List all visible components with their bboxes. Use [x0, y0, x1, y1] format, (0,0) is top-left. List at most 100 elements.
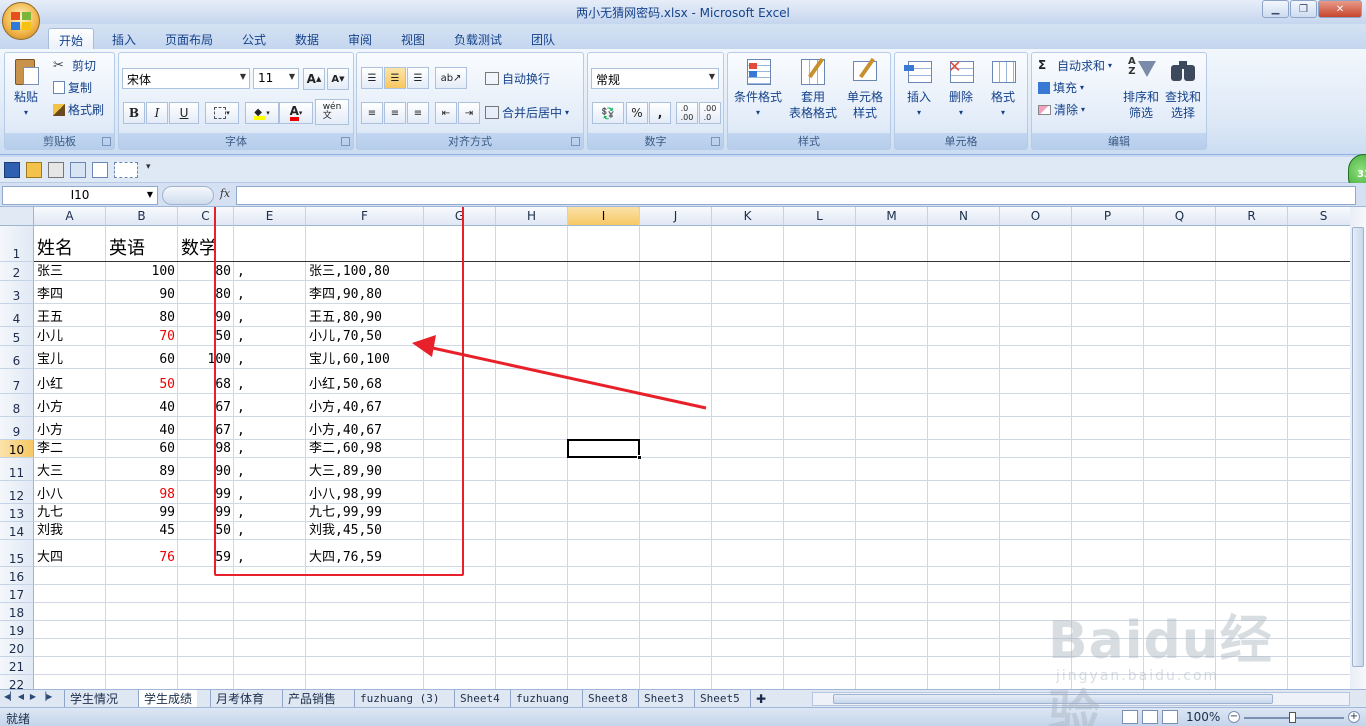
- horizontal-scrollbar[interactable]: [812, 692, 1350, 706]
- zoom-slider-thumb[interactable]: [1289, 712, 1296, 723]
- row-header-18[interactable]: 18: [0, 603, 34, 621]
- decrease-font-button[interactable]: A ▼: [327, 68, 349, 90]
- font-dialog-launcher-icon[interactable]: [341, 137, 350, 146]
- row-header-10[interactable]: 10: [0, 440, 34, 458]
- tab-view[interactable]: 视图: [391, 28, 435, 49]
- align-left-button[interactable]: ≡: [361, 102, 383, 124]
- sheet-tab[interactable]: fuzhuang: [510, 690, 574, 708]
- row-header-16[interactable]: 16: [0, 567, 34, 585]
- row-header-7[interactable]: 7: [0, 369, 34, 394]
- column-header-j[interactable]: J: [640, 207, 712, 226]
- orientation-button[interactable]: ab↗: [435, 67, 467, 89]
- vertical-scrollbar-thumb[interactable]: [1352, 227, 1364, 667]
- restore-button[interactable]: ❐: [1290, 0, 1317, 18]
- increase-font-button[interactable]: A ▲: [303, 68, 325, 90]
- cell[interactable]: 90: [106, 287, 178, 303]
- align-middle-button[interactable]: ☰: [384, 67, 406, 89]
- print-icon[interactable]: [48, 162, 64, 178]
- increase-decimal-button[interactable]: .0.00: [676, 102, 698, 124]
- cell[interactable]: 九七: [34, 505, 106, 521]
- format-as-table-button[interactable]: 套用 表格格式: [786, 57, 840, 121]
- insert-sheet-icon[interactable]: ✚: [750, 690, 771, 708]
- column-header-s[interactable]: S: [1288, 207, 1350, 226]
- font-color-button[interactable]: A ▾: [279, 102, 313, 124]
- column-header-m[interactable]: M: [856, 207, 928, 226]
- cell[interactable]: 小方: [34, 423, 106, 439]
- row-header-5[interactable]: 5: [0, 327, 34, 346]
- merge-center-button[interactable]: 合并后居中 ▾: [485, 104, 569, 121]
- cell[interactable]: 姓名: [34, 238, 106, 260]
- sort-filter-button[interactable]: AZ 排序和 筛选: [1120, 57, 1162, 121]
- align-top-button[interactable]: ☰: [361, 67, 383, 89]
- customize-qa-icon[interactable]: ▾: [146, 162, 162, 178]
- cell[interactable]: 76: [106, 550, 178, 566]
- sheet-tab[interactable]: fuzhuang (3): [354, 690, 444, 708]
- cell[interactable]: 宝儿: [34, 352, 106, 368]
- row-header-22[interactable]: 22: [0, 675, 34, 689]
- row-header-2[interactable]: 2: [0, 262, 34, 281]
- column-header-p[interactable]: P: [1072, 207, 1144, 226]
- row-header-21[interactable]: 21: [0, 657, 34, 675]
- page-break-view-icon[interactable]: [1162, 710, 1178, 724]
- column-header-q[interactable]: Q: [1144, 207, 1216, 226]
- formula-expand-handle[interactable]: [162, 186, 214, 205]
- first-sheet-icon[interactable]: ◀▏: [4, 692, 16, 704]
- row-header-20[interactable]: 20: [0, 639, 34, 657]
- cell[interactable]: 60: [106, 352, 178, 368]
- number-dialog-launcher-icon[interactable]: [711, 137, 720, 146]
- fill-color-button[interactable]: ◆ ▾: [245, 102, 279, 124]
- tab-data[interactable]: 数据: [285, 28, 329, 49]
- format-painter-button[interactable]: 格式刷: [53, 101, 104, 118]
- align-bottom-button[interactable]: ☰: [407, 67, 429, 89]
- sheet-tab[interactable]: 学生成绩: [138, 690, 198, 708]
- column-header-l[interactable]: L: [784, 207, 856, 226]
- sheet-tab[interactable]: 产品销售: [282, 690, 341, 708]
- tab-formulas[interactable]: 公式: [232, 28, 276, 49]
- row-header-15[interactable]: 15: [0, 540, 34, 567]
- clipboard-dialog-launcher-icon[interactable]: [102, 137, 111, 146]
- prev-sheet-icon[interactable]: ◀: [16, 692, 26, 704]
- cell[interactable]: 89: [106, 464, 178, 480]
- spreadsheet-grid[interactable]: A B C E F G H I J K L M N O P Q R S 1 2 3 4 5 6 7 8 9 10 11 12 13 14 15 1…: [0, 207, 1350, 689]
- minimize-button[interactable]: ▁: [1262, 0, 1289, 18]
- format-cells-button[interactable]: 格式 ▾: [983, 57, 1023, 121]
- open-folder-icon[interactable]: [26, 162, 42, 178]
- align-center-button[interactable]: ≡: [384, 102, 406, 124]
- wrap-text-button[interactable]: 自动换行: [485, 70, 550, 87]
- sheet-tab[interactable]: Sheet4: [454, 690, 505, 708]
- cell[interactable]: 40: [106, 423, 178, 439]
- decrease-decimal-button[interactable]: .00.0: [699, 102, 721, 124]
- fill-button[interactable]: 填充 ▾: [1038, 79, 1084, 96]
- freeze-panes-icon[interactable]: [92, 162, 108, 178]
- insert-function-button[interactable]: fx: [216, 186, 234, 205]
- row-header-11[interactable]: 11: [0, 458, 34, 481]
- column-header-b[interactable]: B: [106, 207, 178, 226]
- cell[interactable]: 王五: [34, 310, 106, 326]
- increase-indent-button[interactable]: ⇥: [458, 102, 480, 124]
- save-icon[interactable]: [4, 162, 20, 178]
- font-name-select[interactable]: 宋体 ▼: [122, 68, 250, 89]
- sheet-tab[interactable]: Sheet8: [582, 690, 633, 708]
- cell[interactable]: 英语: [106, 238, 178, 260]
- column-header-h[interactable]: H: [496, 207, 568, 226]
- italic-button[interactable]: I: [146, 102, 168, 124]
- conditional-format-button[interactable]: 条件格式 ▾: [731, 57, 785, 121]
- select-all-corner[interactable]: [0, 207, 34, 226]
- normal-view-icon[interactable]: [1122, 710, 1138, 724]
- cell[interactable]: 大三: [34, 464, 106, 480]
- cut-button[interactable]: ✂ 剪切: [53, 57, 96, 74]
- paste-dropdown-icon[interactable]: ▾: [24, 105, 28, 121]
- phonetic-button[interactable]: wén 文: [315, 99, 349, 125]
- zoom-in-icon[interactable]: +: [1348, 711, 1360, 723]
- sheet-tab[interactable]: Sheet3: [638, 690, 689, 708]
- column-header-a[interactable]: A: [34, 207, 106, 226]
- cell[interactable]: 小儿: [34, 329, 106, 345]
- alignment-dialog-launcher-icon[interactable]: [571, 137, 580, 146]
- column-header-r[interactable]: R: [1216, 207, 1288, 226]
- column-header-o[interactable]: O: [1000, 207, 1072, 226]
- zoom-out-icon[interactable]: −: [1228, 711, 1240, 723]
- tab-load-test[interactable]: 负载测试: [444, 28, 512, 49]
- row-header-13[interactable]: 13: [0, 504, 34, 522]
- cell[interactable]: 70: [106, 329, 178, 345]
- cell[interactable]: 45: [106, 523, 178, 539]
